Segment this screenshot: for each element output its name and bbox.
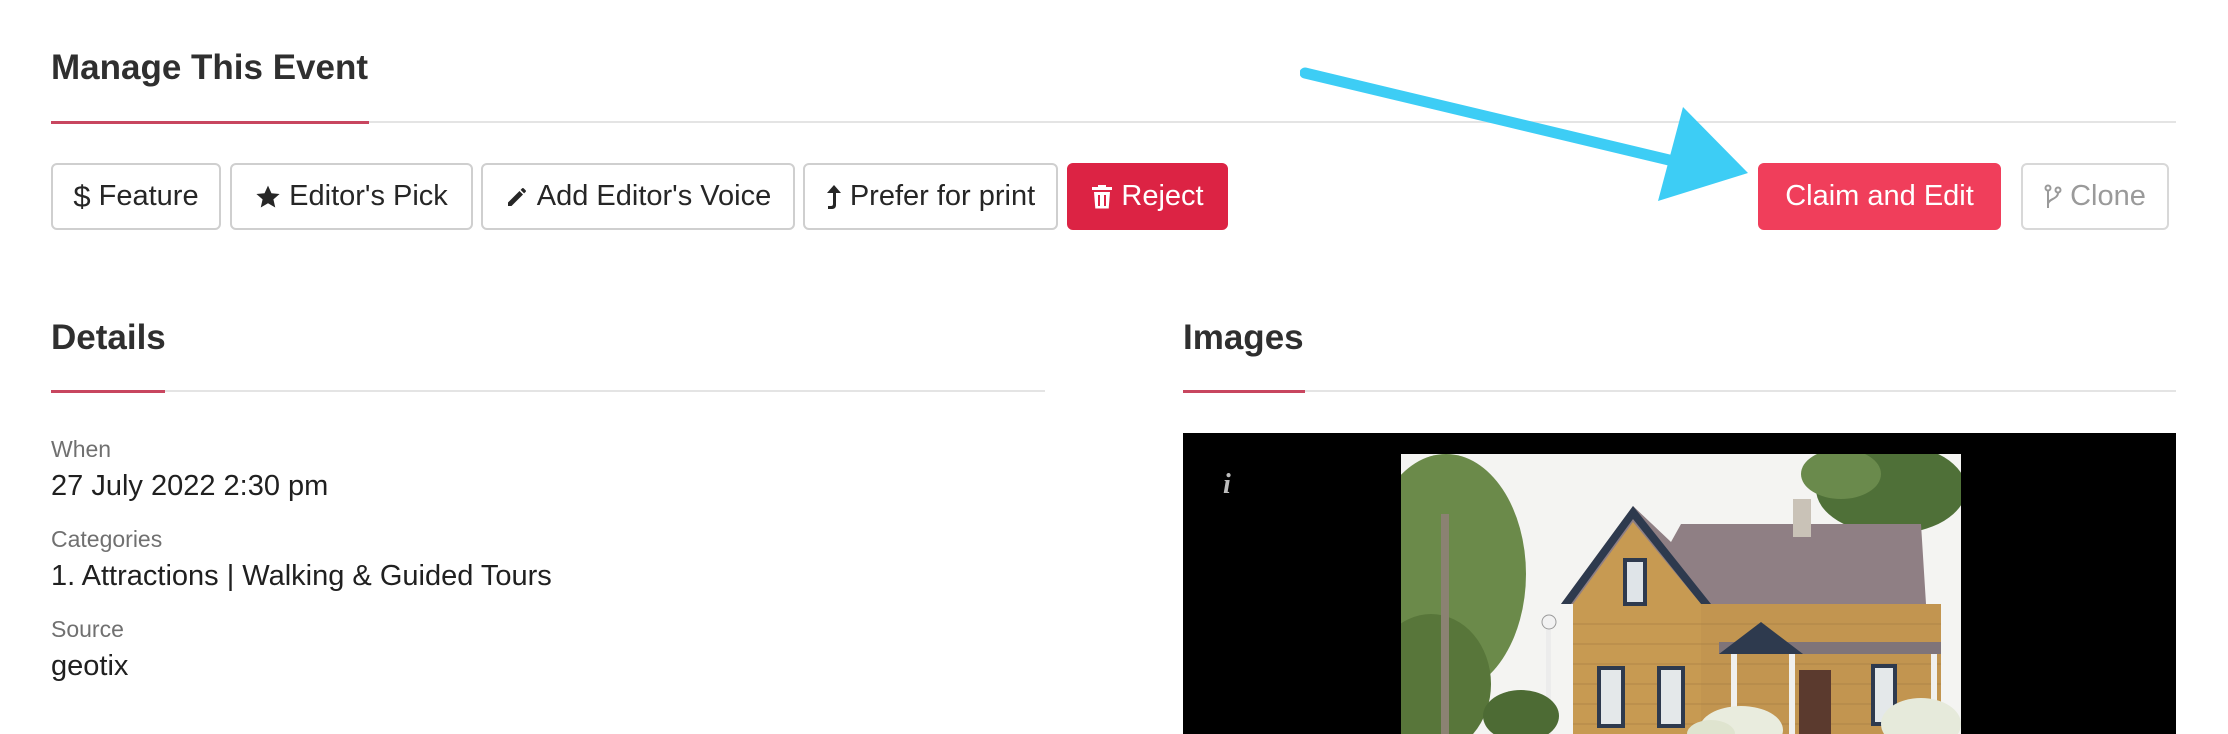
when-value: 27 July 2022 2:30 pm — [51, 470, 329, 502]
details-title: Details — [51, 318, 166, 357]
images-title: Images — [1183, 318, 1304, 357]
trash-icon — [1092, 184, 1113, 208]
house-photo — [1401, 454, 1961, 734]
claim-and-edit-button[interactable]: Claim and Edit — [1758, 163, 2001, 230]
pointer-arrow — [1300, 67, 1748, 201]
claim-and-edit-label: Claim and Edit — [1785, 180, 1974, 212]
dollar-icon: $ — [73, 178, 91, 214]
prefer-for-print-label: Prefer for print — [849, 180, 1036, 212]
editors-pick-label: Editor's Pick — [289, 180, 448, 212]
feature-label: Feature — [98, 180, 199, 212]
manage-title: Manage This Event — [51, 48, 369, 87]
when-label: When — [51, 436, 112, 462]
categories-label: Categories — [51, 526, 163, 552]
source-value: geotix — [51, 650, 129, 682]
images-divider — [1183, 390, 2176, 393]
prefer-for-print-button[interactable]: Prefer for print — [803, 163, 1058, 230]
manage-divider-accent — [51, 121, 369, 124]
clone-button[interactable]: Clone — [2021, 163, 2169, 230]
clone-label: Clone — [2070, 180, 2146, 212]
arrow-up-icon — [826, 184, 841, 209]
details-divider-accent — [51, 390, 165, 393]
add-editors-voice-label: Add Editor's Voice — [536, 180, 772, 212]
source-label: Source — [51, 616, 124, 642]
editors-pick-button[interactable]: Editor's Pick — [230, 163, 473, 230]
manage-divider — [51, 121, 2176, 124]
image-viewer[interactable]: i — [1183, 433, 2176, 734]
reject-button[interactable]: Reject — [1067, 163, 1228, 230]
feature-button[interactable]: $ Feature — [51, 163, 221, 230]
details-divider — [51, 390, 1045, 393]
info-icon[interactable]: i — [1223, 469, 1231, 501]
reject-label: Reject — [1121, 180, 1204, 212]
star-icon — [256, 185, 280, 208]
fork-icon — [2044, 184, 2062, 208]
categories-value: 1. Attractions | Walking & Guided Tours — [51, 560, 552, 592]
images-divider-accent — [1183, 390, 1305, 393]
add-editors-voice-button[interactable]: Add Editor's Voice — [481, 163, 795, 230]
pencil-icon — [507, 187, 526, 206]
